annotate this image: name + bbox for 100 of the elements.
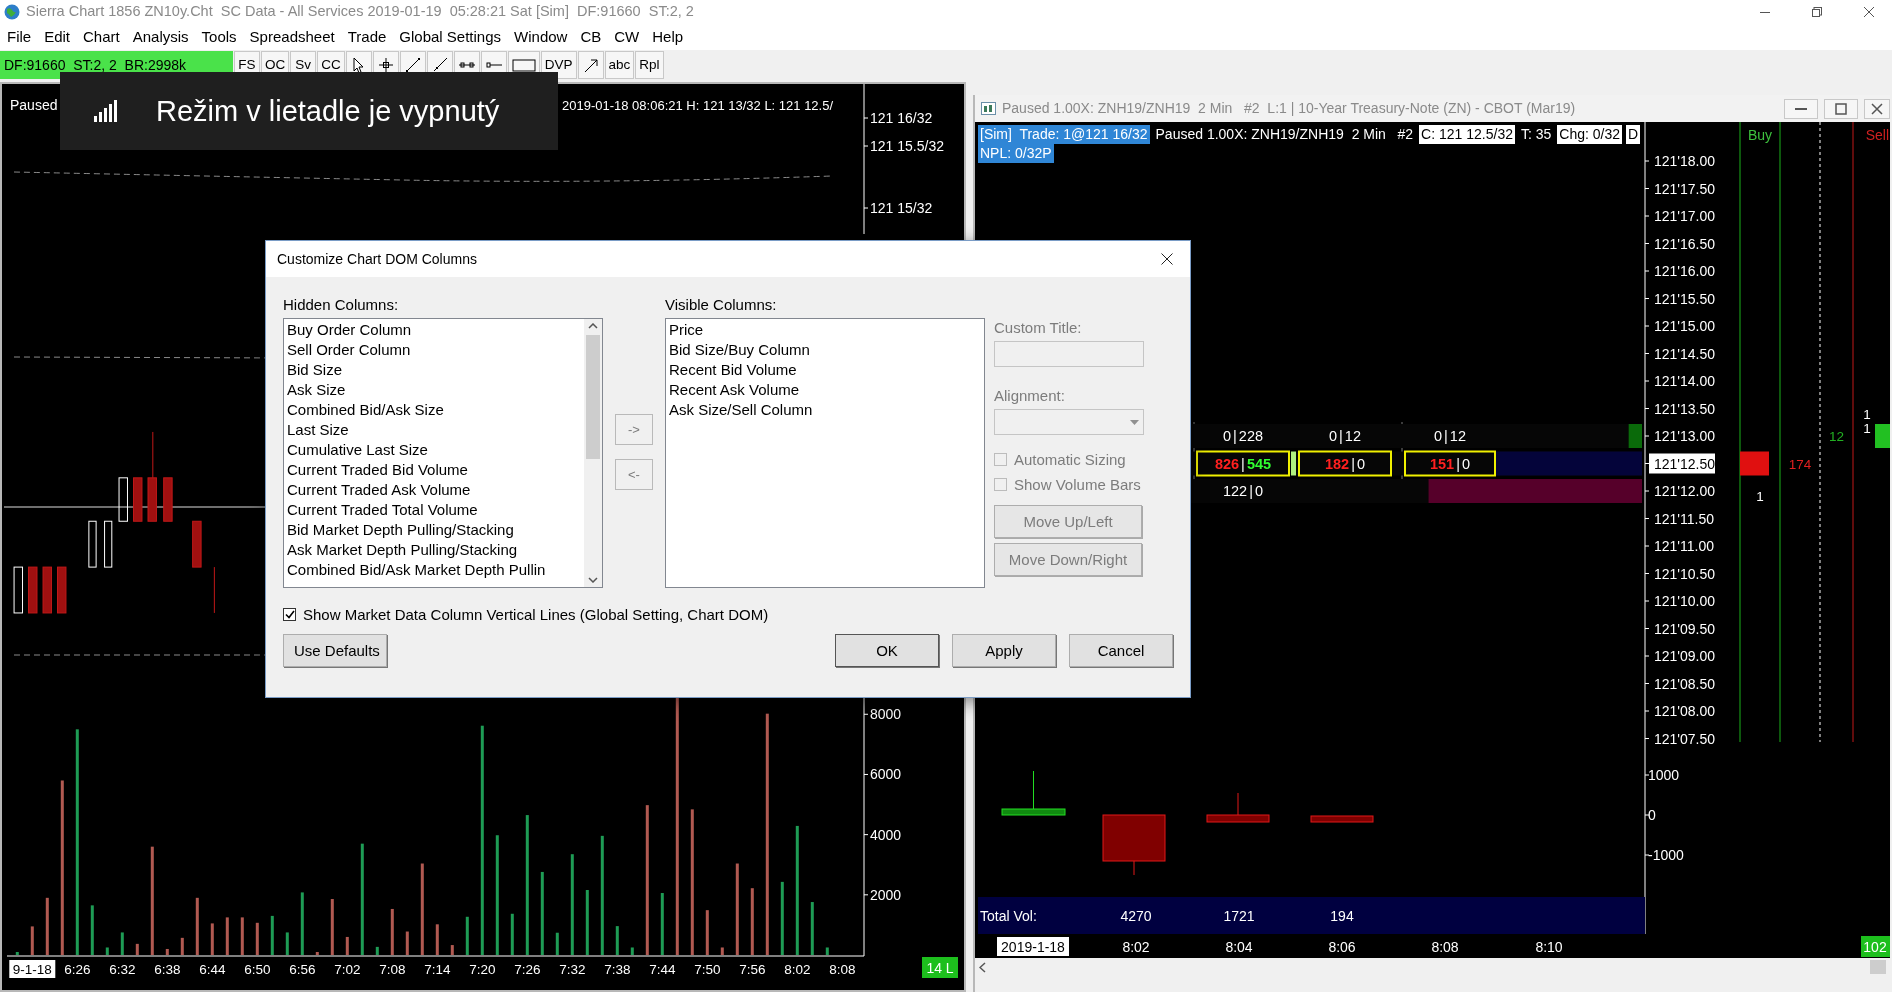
menu-item[interactable]: Global Settings xyxy=(393,28,509,46)
volume-bar xyxy=(135,943,139,955)
info-text: [Sim] Trade: 1@121 16/32 xyxy=(978,125,1150,144)
toolbar-button[interactable]: Rpl xyxy=(635,51,664,79)
axis-label: 2019-1-18 xyxy=(997,937,1069,956)
list-item[interactable]: Price xyxy=(669,320,704,340)
list-item[interactable]: Recent Ask Volume xyxy=(669,380,800,400)
menu-item[interactable]: Chart xyxy=(77,28,127,46)
volume-bar xyxy=(345,936,349,955)
list-item[interactable]: Ask Market Depth Pulling/Stacking xyxy=(287,540,518,560)
axis-label: 7:26 xyxy=(514,962,541,977)
price-label: 121'18.00 xyxy=(1654,153,1716,169)
dialog-button[interactable]: OK xyxy=(835,634,939,667)
axis-label: 7:02 xyxy=(334,962,361,977)
scrollbar-thumb[interactable] xyxy=(586,335,600,459)
price-label: 121'11.00 xyxy=(1654,538,1715,554)
bar-count-badge: 14 L xyxy=(922,957,958,978)
scrollbar-thumb[interactable] xyxy=(1870,960,1886,974)
order-marker[interactable] xyxy=(1740,451,1769,476)
list-item[interactable]: Bid Size xyxy=(287,360,343,380)
chart-header-text: 2019-01-18 08:06:21 H: 121 13/32 L: 121 12.5/ xyxy=(562,98,834,113)
list-item[interactable]: Ask Size xyxy=(287,380,346,400)
checkbox-option[interactable]: Show Market Data Column Vertical Lines (Global Setting, Chart DOM) xyxy=(283,604,1173,625)
minimize-button[interactable] xyxy=(1784,98,1818,119)
price-label: 121'15.00 xyxy=(1654,318,1716,334)
menu-item[interactable]: Help xyxy=(646,28,691,46)
maximize-button[interactable] xyxy=(1824,98,1858,119)
volume-bar xyxy=(45,897,49,955)
axis-label: 7:20 xyxy=(469,962,496,977)
list-item[interactable]: Buy Order Column xyxy=(287,320,412,340)
defaults-button[interactable]: Use Defaults xyxy=(283,634,387,667)
volume-bar xyxy=(390,908,394,955)
axis-label: 6000 xyxy=(870,766,902,783)
notification-text: Režim v lietadle je vypnutý xyxy=(156,93,500,129)
axis-label: 8:08 xyxy=(829,962,856,977)
list-item[interactable]: Sell Order Column xyxy=(287,340,411,360)
volume-bar xyxy=(585,890,589,955)
price-label: 121'09.00 xyxy=(1654,648,1716,664)
list-item[interactable]: Combined Bid/Ask Market Depth Pullin xyxy=(287,560,546,580)
volume-bar xyxy=(375,946,379,955)
volume-bar xyxy=(720,947,724,955)
menu-item[interactable]: Edit xyxy=(38,28,78,46)
list-item[interactable]: Current Traded Bid Volume xyxy=(287,460,468,480)
price-label: 121'17.00 xyxy=(1654,208,1716,224)
dialog-button[interactable]: Cancel xyxy=(1069,634,1173,667)
volume-bar xyxy=(450,945,454,955)
crosshair-icon xyxy=(376,56,395,74)
list-label: Visible Columns: xyxy=(665,296,777,315)
close-button[interactable] xyxy=(1864,98,1890,119)
volume-bar xyxy=(105,947,109,955)
scrollbar[interactable] xyxy=(584,319,602,587)
list-item[interactable]: Last Size xyxy=(287,420,349,440)
scroll-left-icon[interactable] xyxy=(979,961,986,973)
dom-cell: 122|0 xyxy=(1222,483,1264,499)
candle xyxy=(147,477,157,522)
scroll-up-icon[interactable] xyxy=(588,323,598,329)
total-volume-label: Total Vol: xyxy=(980,908,1037,924)
volume-bar xyxy=(240,917,244,955)
list-item[interactable]: Bid Market Depth Pulling/Stacking xyxy=(287,520,514,540)
list-item[interactable]: Combined Bid/Ask Size xyxy=(287,400,444,420)
axis-label: 6:50 xyxy=(244,962,271,977)
dialog-button[interactable]: Apply xyxy=(952,634,1056,667)
axis-label: 8:02 xyxy=(1122,939,1150,955)
column-header: Sell xyxy=(1865,127,1889,143)
list-item[interactable]: Recent Bid Volume xyxy=(669,360,797,380)
field-label: Custom Title: xyxy=(994,319,1082,338)
volume-bar xyxy=(15,952,19,955)
order-marker[interactable] xyxy=(1875,424,1890,448)
candle-wick xyxy=(152,431,154,479)
menu-item[interactable]: CB xyxy=(574,28,609,46)
list-item[interactable]: Ask Size/Sell Column xyxy=(669,400,813,420)
dom-value: 12 xyxy=(1829,429,1844,444)
checkbox[interactable] xyxy=(283,608,296,621)
menu-item[interactable]: File xyxy=(1,28,39,46)
volume-bar xyxy=(465,916,469,955)
axis-label: 8:08 xyxy=(1431,939,1459,955)
toolbar-button[interactable]: abc xyxy=(604,51,635,79)
menu-item[interactable]: Tools xyxy=(195,28,244,46)
menu-item[interactable]: CW xyxy=(608,28,647,46)
list-item[interactable]: Cumulative Last Size xyxy=(287,440,428,460)
volume-bar xyxy=(825,947,829,955)
axis-label: 6:32 xyxy=(109,962,136,977)
price-label: 121'11.50 xyxy=(1654,510,1715,527)
menu-item[interactable]: Window xyxy=(508,28,575,46)
menu-item[interactable]: Analysis xyxy=(126,28,196,46)
volume-bar xyxy=(180,937,184,955)
list-item[interactable]: Current Traded Ask Volume xyxy=(287,480,471,500)
axis-label: 2000 xyxy=(870,886,902,903)
axis-label: 8000 xyxy=(870,706,902,723)
volume-bar xyxy=(705,910,709,955)
list-label: Hidden Columns: xyxy=(283,296,399,315)
scroll-down-icon[interactable] xyxy=(588,577,598,583)
menu-item[interactable]: Trade xyxy=(341,28,394,46)
close-icon xyxy=(1161,253,1173,265)
list-item[interactable]: Current Traded Total Volume xyxy=(287,500,478,520)
list-item[interactable]: Bid Size/Buy Column xyxy=(669,340,810,360)
menu-item[interactable]: Spreadsheet xyxy=(243,28,342,46)
visible-columns-list[interactable]: Price Bid Size/Buy Column Recent Bid Volume Recent Ask Volume Ask Size/Sell Column xyxy=(665,318,985,588)
axis-label: 8:06 xyxy=(1328,939,1356,955)
hidden-columns-list[interactable] xyxy=(283,318,603,588)
